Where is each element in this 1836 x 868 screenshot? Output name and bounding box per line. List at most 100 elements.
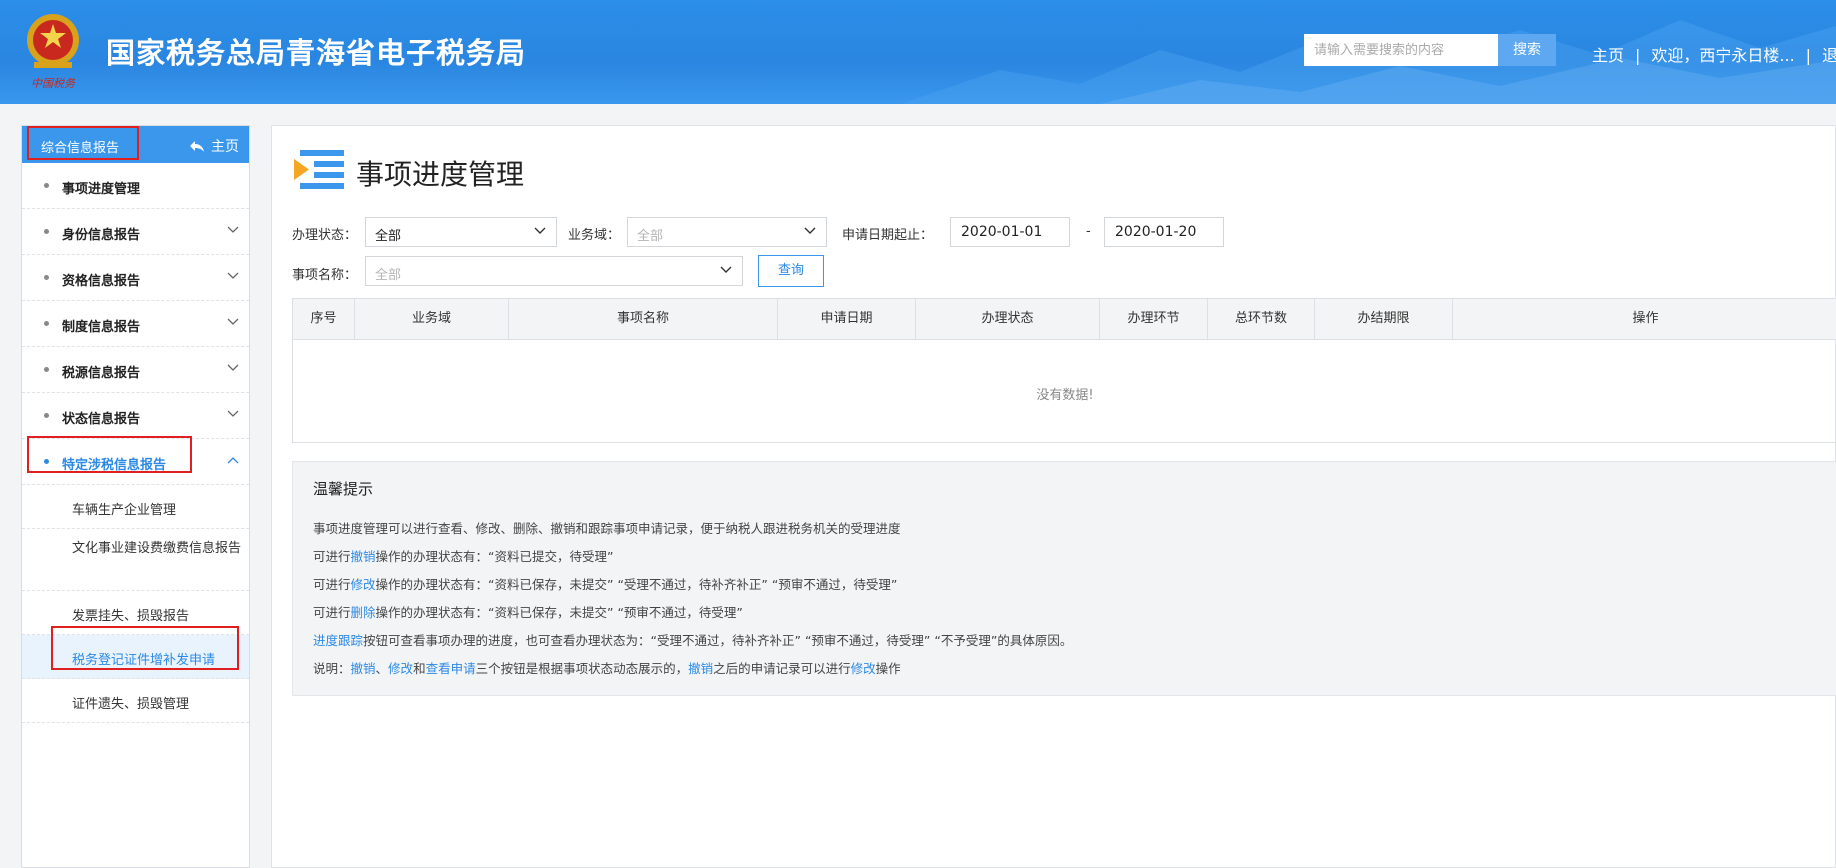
chevron-down-icon — [227, 226, 239, 233]
delete-link[interactable]: 删除 — [351, 605, 376, 620]
modify-link[interactable]: 修改 — [851, 661, 876, 676]
tip-text: 按钮可查看事项办理的进度，也可查看办理状态为：“受理不通过，待补齐补正” “预审… — [363, 633, 1073, 648]
bullet-icon — [44, 367, 49, 372]
domain-select-placeholder: 全部 — [637, 229, 664, 244]
tips-title: 温馨提示 — [313, 480, 374, 498]
highlight-box — [27, 436, 192, 473]
tip-line: 进度跟踪按钮可查看事项办理的进度，也可查看办理状态为：“受理不通过，待补齐补正”… — [313, 630, 1072, 649]
main-panel: 事项进度管理 办理状态： 全部 业务域： 全部 申请日期起止： 2020-01-… — [271, 125, 1836, 868]
search-input[interactable] — [1304, 34, 1498, 66]
sidebar-item-label: 制度信息报告 — [62, 320, 141, 335]
tip-text: 可进行 — [313, 549, 351, 564]
status-label: 办理状态： — [292, 228, 358, 243]
tip-line: 事项进度管理可以进行查看、修改、删除、撤销和跟踪事项申请记录，便于纳税人跟进税务… — [313, 518, 901, 537]
sidebar: 综合信息报告 主页 事项进度管理 身份信息报告 资格信息报告 制度信息报告 税源… — [21, 125, 250, 868]
column-header: 序号 — [293, 299, 355, 339]
chevron-down-icon — [720, 266, 732, 273]
sidebar-item-tax-source[interactable]: 税源信息报告 — [22, 347, 249, 393]
column-header: 操作 — [1632, 311, 1659, 326]
sidebar-item-label: 状态信息报告 — [62, 412, 141, 427]
revoke-link[interactable]: 撤销 — [351, 661, 376, 676]
tip-text: 操作 — [875, 661, 901, 676]
top-nav: 主页 | 欢迎，西宁永日楼... | 退 — [1592, 42, 1836, 66]
query-button[interactable]: 查询 — [758, 255, 824, 287]
tax-emblem-icon: 中国税务 — [27, 14, 79, 90]
subitem-label: 文化事业建设费缴费信息报告 — [72, 541, 242, 556]
nav-divider: | — [1635, 46, 1641, 65]
tip-text: 说明： — [313, 661, 351, 676]
subitem-culture-fee[interactable]: 文化事业建设费缴费信息报告 — [22, 529, 249, 591]
bullet-icon — [44, 321, 49, 326]
svg-text:中国税务: 中国税务 — [31, 77, 76, 90]
tip-line: 可进行修改操作的办理状态有：“资料已保存，未提交” “受理不通过，待补齐补正” … — [313, 574, 897, 593]
bullet-icon — [44, 275, 49, 280]
chevron-down-icon — [227, 364, 239, 371]
subitem-certificate-loss[interactable]: 证件遗失、损毁管理 — [22, 679, 249, 723]
column-header: 申请日期 — [778, 299, 916, 339]
item-name-select[interactable]: 全部 — [365, 256, 743, 286]
date-from-input[interactable]: 2020-01-01 — [950, 217, 1070, 247]
tip-text: 可进行 — [313, 577, 351, 592]
sidebar-item-system[interactable]: 制度信息报告 — [22, 301, 249, 347]
date-range-label: 申请日期起止： — [842, 228, 934, 243]
revoke-link[interactable]: 撤销 — [688, 661, 713, 676]
chevron-down-icon — [227, 410, 239, 417]
subitem-label: 证件遗失、损毁管理 — [72, 697, 190, 712]
highlight-box — [51, 626, 239, 670]
tips-panel: 温馨提示 事项进度管理可以进行查看、修改、删除、撤销和跟踪事项申请记录，便于纳税… — [292, 461, 1836, 696]
nav-divider: | — [1805, 46, 1812, 65]
modify-link[interactable]: 修改 — [351, 577, 376, 592]
tip-line: 说明：撤销、修改和查看申请三个按钮是根据事项状态动态展示的，撤销之后的申请记录可… — [313, 658, 901, 677]
chevron-down-icon — [534, 227, 546, 234]
revoke-link[interactable]: 撤销 — [351, 549, 376, 564]
bullet-icon — [44, 183, 49, 188]
highlight-box — [27, 126, 139, 160]
tip-text: 操作的办理状态有：“资料已保存，未提交” “受理不通过，待补齐补正” “预审不通… — [375, 577, 898, 592]
column-header: 事项名称 — [509, 299, 778, 339]
domain-select[interactable]: 全部 — [627, 217, 827, 247]
empty-message: 没有数据! — [1036, 388, 1094, 403]
tip-text: 三个按钮是根据事项状态动态展示的， — [475, 661, 689, 676]
sidebar-item-label: 资格信息报告 — [62, 274, 141, 289]
column-header: 办结期限 — [1315, 299, 1453, 339]
column-header: 办理环节 — [1100, 299, 1208, 339]
tip-text: 操作的办理状态有：“资料已提交，待受理” — [375, 549, 614, 564]
item-name-placeholder: 全部 — [375, 268, 402, 283]
search-button[interactable]: 搜索 — [1498, 34, 1556, 66]
subitem-label: 发票挂失、损毁报告 — [72, 609, 190, 624]
list-icon — [294, 150, 344, 189]
chevron-up-icon — [227, 457, 239, 464]
tip-text: 之后的申请记录可以进行 — [713, 661, 851, 676]
bullet-icon — [44, 413, 49, 418]
sidebar-item-identity[interactable]: 身份信息报告 — [22, 209, 249, 255]
welcome-user-link[interactable]: 欢迎，西宁永日楼... — [1651, 42, 1794, 66]
sidebar-item-label: 身份信息报告 — [62, 228, 141, 243]
sidebar-item-progress[interactable]: 事项进度管理 — [22, 163, 249, 209]
modify-link[interactable]: 修改 — [388, 661, 413, 676]
chevron-down-icon — [804, 227, 816, 234]
tip-line: 可进行删除操作的办理状态有：“资料已保存，未提交” “预审不通过，待受理” — [313, 602, 743, 621]
subitem-vehicle-enterprise[interactable]: 车辆生产企业管理 — [22, 485, 249, 529]
tip-text: 和 — [413, 661, 426, 676]
progress-table: 序号 业务域 事项名称 申请日期 办理状态 办理环节 总环节数 办结期限 操作 … — [292, 298, 1836, 443]
home-link[interactable]: 主页 — [1592, 42, 1624, 66]
site-title: 国家税务总局青海省电子税务局 — [106, 36, 527, 70]
tip-text: 操作的办理状态有：“资料已保存，未提交” “预审不通过，待受理” — [375, 605, 743, 620]
track-progress-link[interactable]: 进度跟踪 — [313, 633, 363, 648]
sidebar-home-label: 主页 — [211, 139, 239, 155]
sidebar-item-label: 税源信息报告 — [62, 366, 141, 381]
subitem-label: 车辆生产企业管理 — [72, 503, 177, 518]
item-name-label: 事项名称： — [292, 268, 358, 283]
column-header: 业务域 — [355, 299, 509, 339]
logout-link[interactable]: 退 — [1822, 42, 1836, 66]
page-title: 事项进度管理 — [356, 158, 525, 191]
sidebar-home-link[interactable]: 主页 — [189, 136, 239, 156]
column-header: 办理状态 — [916, 299, 1100, 339]
date-separator: - — [1086, 224, 1091, 239]
date-to-input[interactable]: 2020-01-20 — [1104, 217, 1224, 247]
sidebar-item-qualification[interactable]: 资格信息报告 — [22, 255, 249, 301]
tip-text: 事项进度管理可以进行查看、修改、删除、撤销和跟踪事项申请记录，便于纳税人跟进税务… — [313, 521, 901, 536]
view-application-link[interactable]: 查看申请 — [426, 661, 476, 676]
sidebar-item-status[interactable]: 状态信息报告 — [22, 393, 249, 439]
status-select[interactable]: 全部 — [365, 217, 557, 247]
